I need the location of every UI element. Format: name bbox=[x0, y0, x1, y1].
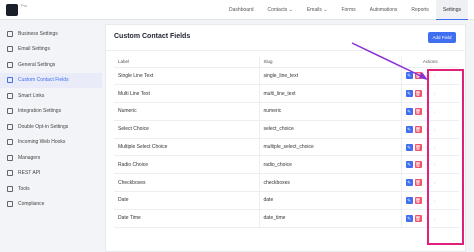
annotation-arrow bbox=[351, 42, 428, 80]
